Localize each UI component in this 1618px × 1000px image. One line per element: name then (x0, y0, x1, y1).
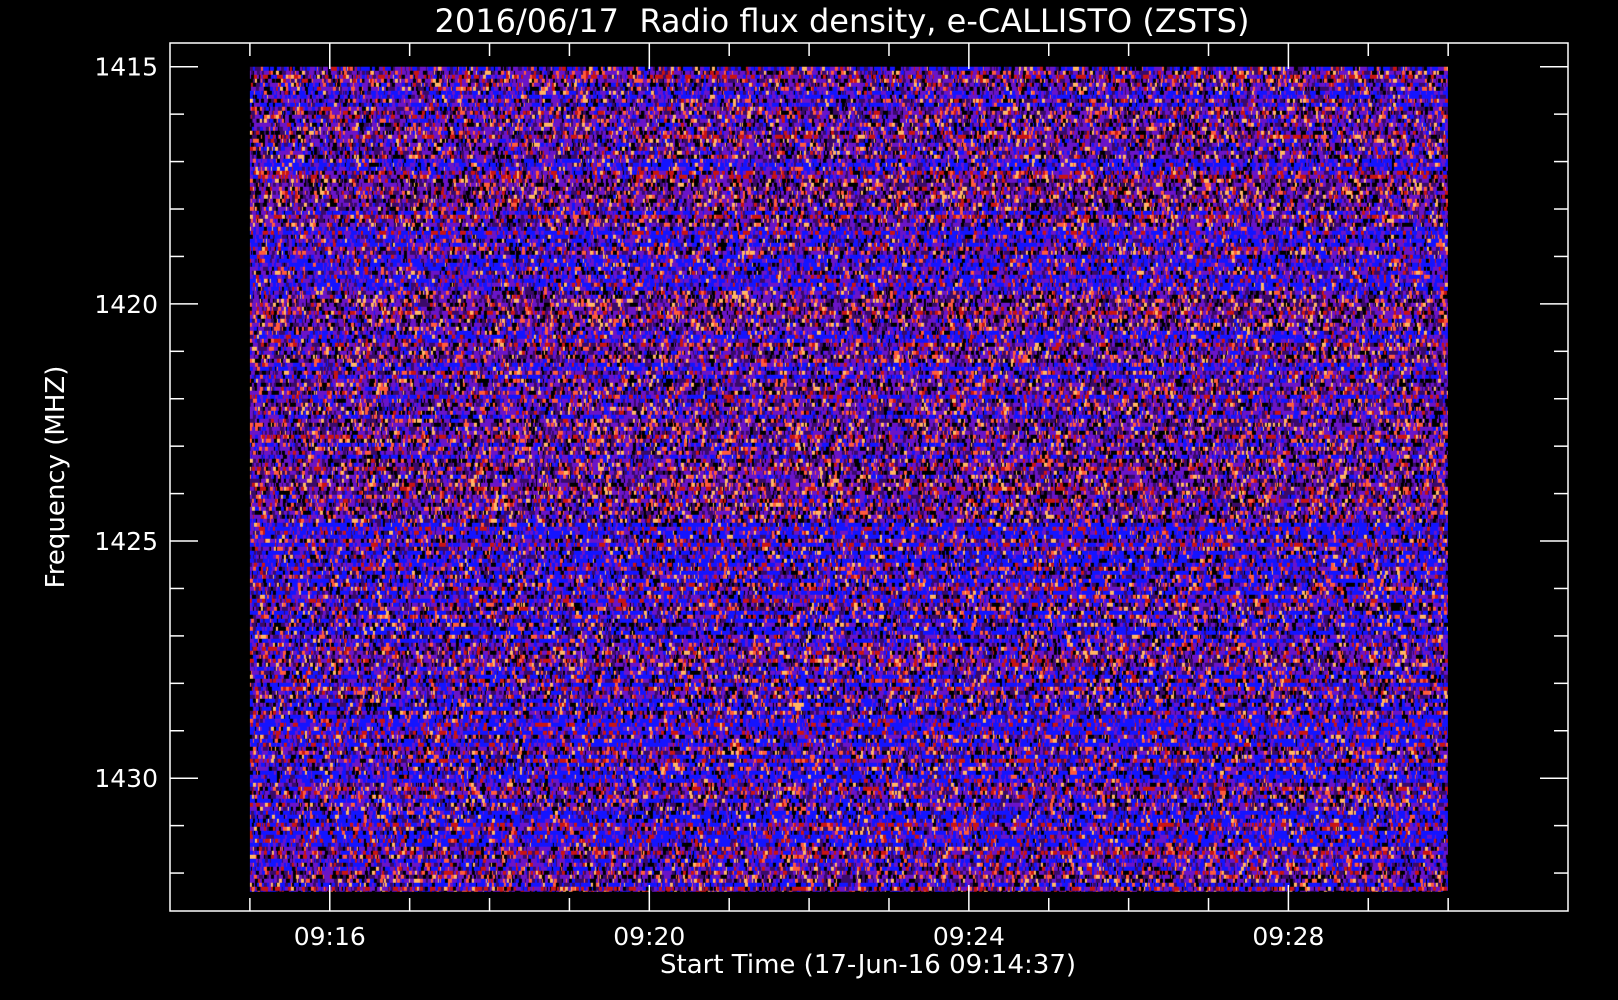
y-tick-label: 1415 (94, 53, 158, 82)
y-tick-label: 1430 (94, 764, 158, 793)
spectrogram-heatmap (249, 66, 1448, 892)
x-tick-label: 09:20 (613, 922, 685, 951)
x-tick-label: 09:28 (1252, 922, 1324, 951)
chart-title: 2016/06/17 Radio flux density, e-CALLIST… (435, 2, 1250, 40)
y-axis-label: Frequency (MHZ) (41, 366, 71, 589)
x-tick-label: 09:16 (294, 922, 366, 951)
x-axis-label: Start Time (17-Jun-16 09:14:37) (660, 950, 1076, 980)
y-tick-label: 1420 (94, 290, 158, 319)
spectrogram-image (249, 66, 1448, 892)
x-tick-label: 09:24 (933, 922, 1005, 951)
spectrogram-chart: 2016/06/17 Radio flux density, e-CALLIST… (0, 0, 1618, 1000)
y-tick-label: 1425 (94, 527, 158, 556)
